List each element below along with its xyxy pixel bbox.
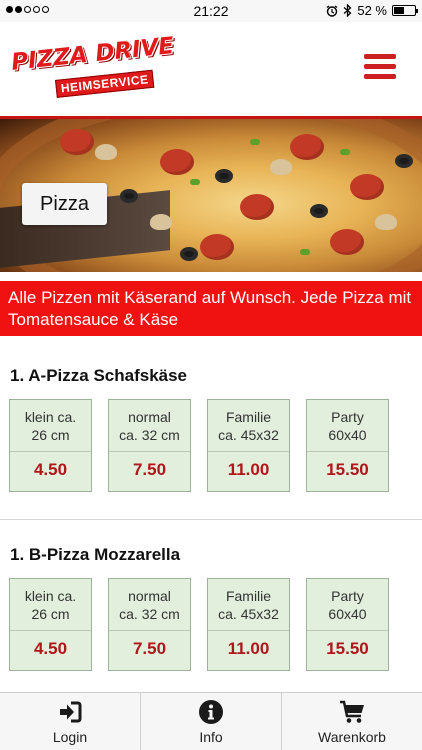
size-option-party[interactable]: Party 60x40 15.50 xyxy=(306,578,389,671)
pizza-drive-logo[interactable]: PIZZA DRIVE HEIMSERVICE xyxy=(10,33,175,102)
size-label: klein ca. 26 cm xyxy=(24,588,77,622)
size-label: Party 60x40 xyxy=(328,588,367,622)
size-label: Party 60x40 xyxy=(328,409,367,443)
bottom-tab-bar: Login Info Warenkorb xyxy=(0,692,422,750)
size-price: 7.50 xyxy=(132,460,167,479)
tab-info[interactable]: Info xyxy=(140,693,281,750)
info-banner: Alle Pizzen mit Käserand auf Wunsch. Jed… xyxy=(0,281,422,336)
tab-login[interactable]: Login xyxy=(0,693,140,750)
app-header: PIZZA DRIVE HEIMSERVICE xyxy=(0,22,422,116)
bluetooth-icon xyxy=(343,4,352,17)
tab-login-label: Login xyxy=(52,728,88,745)
product-title: 1. A-Pizza Schafskäse xyxy=(10,366,188,385)
size-label: klein ca. 26 cm xyxy=(24,409,77,443)
size-option-family[interactable]: Familie ca. 45x32 11.00 xyxy=(207,399,290,492)
tab-cart[interactable]: Warenkorb xyxy=(281,693,422,750)
category-label: Pizza xyxy=(22,183,107,225)
size-price: 4.50 xyxy=(33,639,68,658)
battery-percent: 52 % xyxy=(357,3,387,18)
size-price: 15.50 xyxy=(326,460,369,479)
size-option-party[interactable]: Party 60x40 15.50 xyxy=(306,399,389,492)
hamburger-menu-icon[interactable] xyxy=(364,54,396,80)
battery-icon xyxy=(392,5,418,16)
size-option-normal[interactable]: normal ca. 32 cm 7.50 xyxy=(108,578,191,671)
size-option-family[interactable]: Familie ca. 45x32 11.00 xyxy=(207,578,290,671)
size-label: normal ca. 32 cm xyxy=(119,409,180,443)
size-label: normal ca. 32 cm xyxy=(119,588,180,622)
alarm-icon xyxy=(326,4,338,17)
tab-info-label: Info xyxy=(199,728,223,745)
cart-icon xyxy=(340,700,364,723)
logo-subtitle: HEIMSERVICE xyxy=(55,69,155,98)
size-price: 11.00 xyxy=(227,460,270,479)
size-price: 4.50 xyxy=(33,460,68,479)
info-icon xyxy=(199,699,223,724)
status-bar: 21:22 52 % xyxy=(0,0,422,22)
size-option-normal[interactable]: normal ca. 32 cm 7.50 xyxy=(108,399,191,492)
size-price: 11.00 xyxy=(227,639,270,658)
size-option-small[interactable]: klein ca. 26 cm 4.50 xyxy=(9,578,92,671)
size-price: 7.50 xyxy=(132,639,167,658)
size-option-small[interactable]: klein ca. 26 cm 4.50 xyxy=(9,399,92,492)
size-price: 15.50 xyxy=(326,639,369,658)
size-label: Familie ca. 45x32 xyxy=(218,588,279,622)
product-title: 1. B-Pizza Mozzarella xyxy=(10,545,181,564)
login-icon xyxy=(60,701,82,722)
tab-cart-label: Warenkorb xyxy=(318,728,386,745)
size-label: Familie ca. 45x32 xyxy=(218,409,279,443)
product-divider xyxy=(0,519,422,520)
